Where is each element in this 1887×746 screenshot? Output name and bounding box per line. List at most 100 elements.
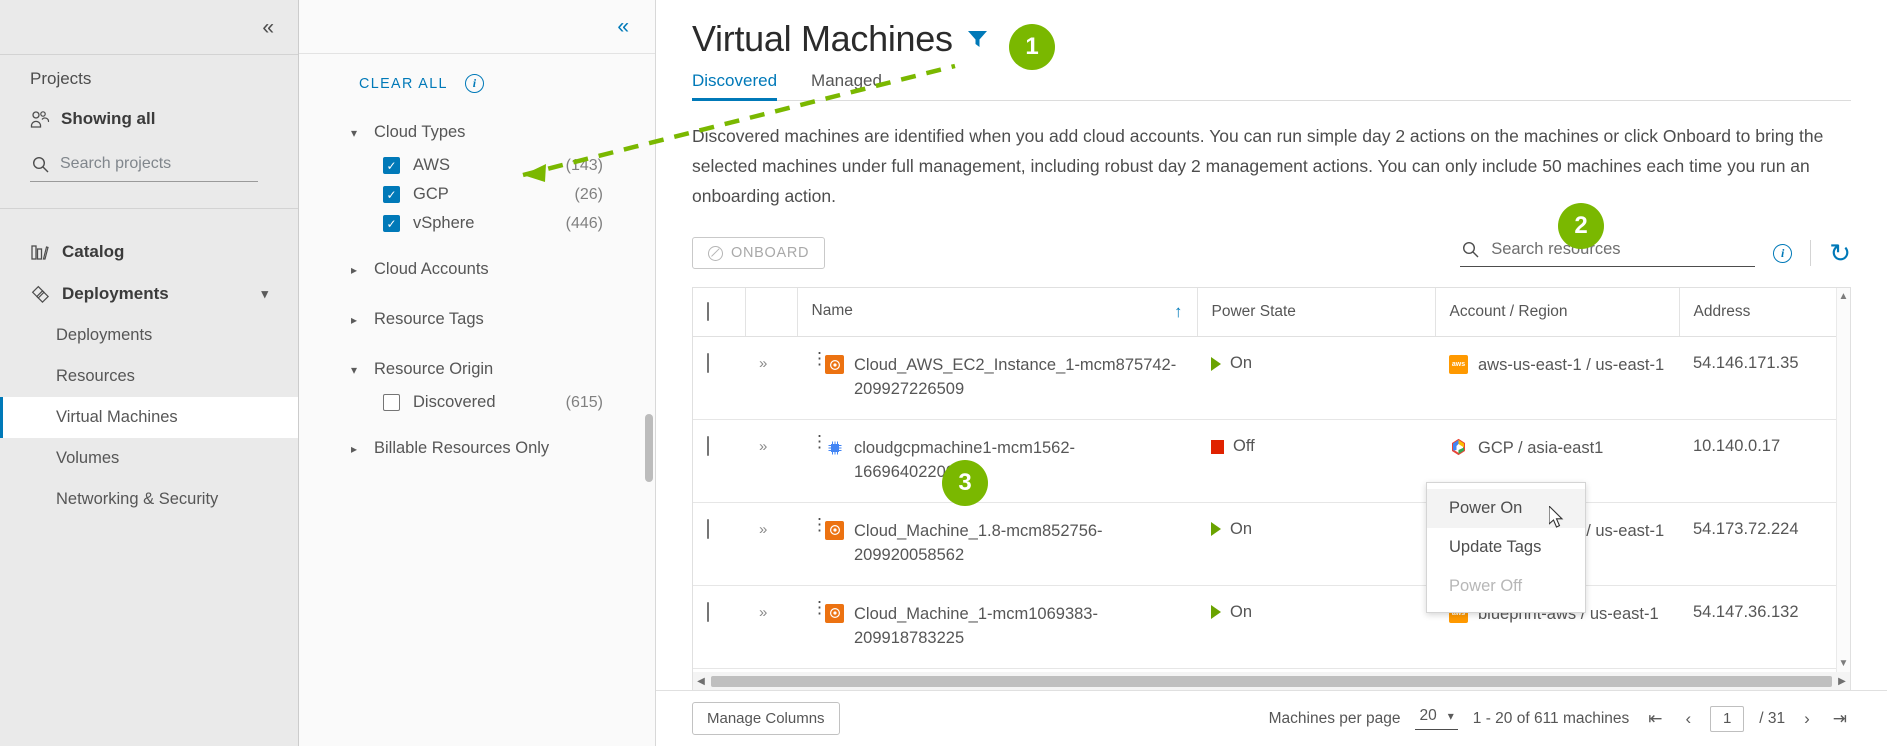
sidebar-item-virtual-machines[interactable]: Virtual Machines (0, 397, 298, 438)
expand-row-icon[interactable]: » (759, 604, 767, 621)
sort-ascending-icon[interactable]: ↑ (1174, 302, 1183, 322)
checkbox-icon[interactable]: ✓ (383, 186, 400, 203)
expand-row-icon[interactable]: » (759, 438, 767, 455)
search-projects-input[interactable] (60, 155, 258, 173)
sidebar-item-volumes[interactable]: Volumes (0, 438, 298, 479)
filter-group-cloud-accounts[interactable]: ▸ Cloud Accounts (299, 254, 655, 285)
per-page-value: 20 (1419, 707, 1437, 724)
select-all-checkbox[interactable] (707, 302, 709, 322)
filter-option-vsphere[interactable]: ✓ vSphere (446) (299, 209, 655, 238)
power-state-label: On (1230, 519, 1253, 538)
row-actions-icon[interactable]: ⋮ (811, 516, 828, 533)
filter-group-cloud-types[interactable]: ▾ Cloud Types (299, 117, 655, 148)
machine-name[interactable]: Cloud_AWS_EC2_Instance_1-mcm875742-20992… (854, 354, 1183, 402)
scroll-thumb[interactable] (711, 675, 1832, 687)
sidebar-item-networking-security[interactable]: Networking & Security (0, 479, 298, 520)
filter-group-billable-resources-only[interactable]: ▸ Billable Resources Only (299, 433, 655, 464)
expand-row-icon[interactable]: » (759, 355, 767, 372)
first-page-icon[interactable]: ⇤ (1644, 709, 1666, 729)
power-on-icon (1211, 356, 1221, 371)
row-checkbox[interactable] (707, 436, 709, 457)
page-number-input[interactable] (1710, 705, 1745, 732)
filter-option-aws[interactable]: ✓ AWS (143) (299, 151, 655, 180)
row-address-cell: 54.147.36.132 (1679, 585, 1850, 669)
row-name-cell: ⋮ Cloud_Machine_1-mcm1069383-20991878322… (797, 585, 1197, 669)
table-row[interactable]: » ⋮ Cloud_AWS_EC2_Instance_1-mcm875742-2… (693, 336, 1850, 421)
prev-page-icon[interactable]: ‹ (1682, 709, 1696, 729)
onboard-button-label: ONBOARD (731, 245, 810, 262)
filter-group-resource-origin[interactable]: ▾ Resource Origin (299, 354, 655, 385)
checkbox-icon[interactable] (383, 394, 400, 411)
table-row[interactable]: » ⋮ Cloud_Machine_1.8-mcm852756-20992005… (693, 502, 1850, 586)
double-chevron-left-icon[interactable]: « (262, 17, 274, 38)
column-header-address[interactable]: Address (1678, 288, 1850, 338)
table-row[interactable]: » ⋮ Cloud_Machine_1-mcm1069383-209918783… (693, 585, 1850, 669)
sidebar-item-catalog[interactable]: Catalog (0, 231, 298, 273)
page-header: Virtual Machines (692, 18, 1851, 60)
filter-option-discovered[interactable]: Discovered (615) (299, 388, 655, 417)
row-checkbox[interactable] (707, 353, 709, 374)
chevron-down-icon[interactable]: ▾ (261, 286, 268, 302)
manage-columns-button[interactable]: Manage Columns (692, 702, 840, 735)
sidebar-item-label: Volumes (56, 449, 120, 467)
sidebar-item-deployments[interactable]: Deployments (0, 315, 298, 356)
filter-group-resource-tags[interactable]: ▸ Resource Tags (299, 304, 655, 335)
chevron-down-icon: ▾ (1447, 709, 1454, 723)
aws-icon: aws (1449, 355, 1468, 375)
machine-name[interactable]: cloudgcpmachine1-mcm1562-166964022002 (854, 437, 1183, 485)
next-page-icon[interactable]: › (1800, 709, 1814, 729)
column-header-account-region[interactable]: Account / Region (1434, 288, 1679, 338)
table-row[interactable]: » ⋮ cloudgcpmachine1-mcm1562-16696402200… (693, 419, 1850, 503)
info-icon[interactable]: i (464, 74, 484, 93)
last-page-icon[interactable]: ⇥ (1829, 709, 1851, 729)
scroll-left-icon[interactable]: ◀ (693, 676, 709, 687)
row-actions-icon[interactable]: ⋮ (811, 433, 828, 450)
info-icon[interactable]: i (1773, 243, 1793, 263)
machine-name[interactable]: Cloud_Machine_1-mcm1069383-209918783225 (854, 603, 1183, 651)
filter-group-label: Billable Resources Only (374, 439, 550, 457)
scroll-down-icon[interactable]: ▼ (1837, 658, 1850, 669)
expand-row-icon[interactable]: » (759, 521, 767, 538)
table-horizontal-scrollbar[interactable]: ◀ ▶ (693, 672, 1850, 690)
sidebar-item-deployments-group[interactable]: Deployments ▾ (0, 273, 298, 315)
row-actions-icon[interactable]: ⋮ (811, 599, 828, 616)
showing-all-selector[interactable]: Showing all (30, 109, 268, 129)
chevron-right-icon: ▸ (351, 262, 358, 277)
tab-discovered[interactable]: Discovered (692, 71, 778, 101)
search-projects-field[interactable] (30, 154, 258, 182)
row-checkbox[interactable] (707, 518, 709, 539)
scroll-up-icon[interactable]: ▲ (1837, 291, 1850, 302)
onboard-button[interactable]: ONBOARD (692, 237, 826, 270)
power-state-label: On (1230, 602, 1253, 621)
scroll-right-icon[interactable]: ▶ (1834, 676, 1850, 687)
filter-option-gcp[interactable]: ✓ GCP (26) (299, 180, 655, 209)
filter-option-count: (26) (574, 185, 603, 203)
row-address-cell: 54.146.171.35 (1679, 336, 1850, 421)
search-resources-field[interactable] (1460, 240, 1756, 267)
row-actions-icon[interactable]: ⋮ (811, 350, 828, 367)
filter-option-label: AWS (413, 156, 450, 174)
checkbox-icon[interactable]: ✓ (383, 157, 400, 174)
clear-all-button[interactable]: CLEAR ALL (359, 76, 448, 92)
tab-managed[interactable]: Managed (811, 71, 882, 100)
funnel-icon[interactable] (967, 30, 988, 48)
filter-panel-scrollbar[interactable] (645, 414, 653, 482)
aws-instance-icon (825, 355, 844, 375)
row-context-menu[interactable]: Power On Update Tags Power Off (1426, 482, 1586, 613)
machine-name[interactable]: Cloud_Machine_1.8-mcm852756-209920058562 (854, 520, 1183, 568)
table-vertical-scrollbar[interactable]: ▲ ▼ (1836, 288, 1850, 672)
per-page-select[interactable]: 20 ▾ (1415, 707, 1458, 730)
column-header-power-state[interactable]: Power State (1196, 288, 1435, 338)
sidebar-item-resources[interactable]: Resources (0, 356, 298, 397)
checkbox-icon[interactable]: ✓ (383, 215, 400, 232)
row-checkbox[interactable] (707, 601, 709, 622)
search-resources-input[interactable] (1491, 240, 1756, 260)
filter-option-count: (615) (565, 393, 603, 411)
app-root: « Projects Showing all Search projects C… (0, 0, 1887, 746)
double-chevron-left-icon[interactable]: « (617, 16, 629, 37)
column-header-name[interactable]: Name ↑ (796, 288, 1197, 338)
table-head: Name ↑ Power State Account / Region Addr… (693, 288, 1850, 338)
tab-bar: Discovered Managed (692, 71, 1851, 101)
refresh-icon[interactable]: ↻ (1829, 240, 1851, 266)
